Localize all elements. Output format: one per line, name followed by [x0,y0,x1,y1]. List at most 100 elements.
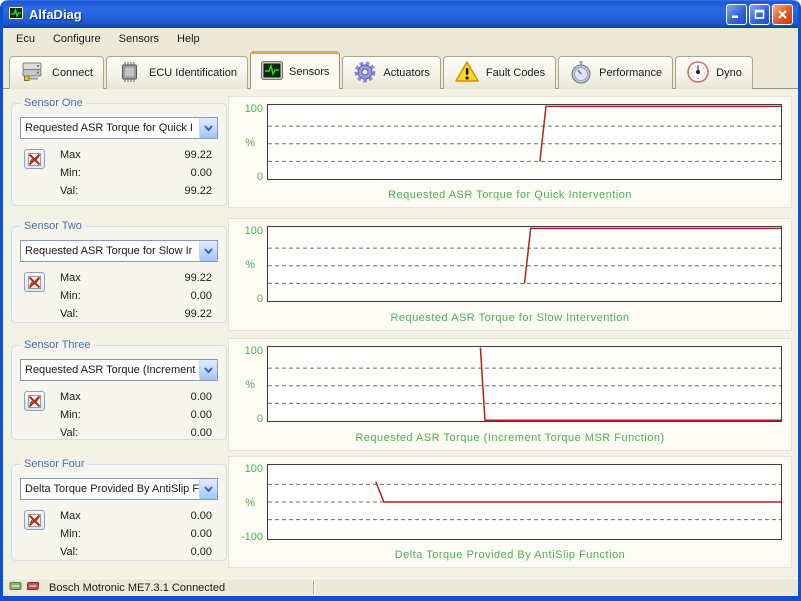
stat-value: 99.22 [184,272,212,284]
sensor-three-select[interactable]: Requested ASR Torque (Increment [20,359,218,381]
menu-ecu[interactable]: Ecu [7,31,44,47]
minimize-icon [732,15,738,18]
close-icon [778,9,787,19]
y-axis-label: % [245,497,255,509]
chart-title: Requested ASR Torque for Slow Interventi… [390,312,630,324]
chart-panel-sensor-two: 100 % 0 Requested ASR Torque for Slow In… [228,218,792,331]
chart-title: Delta Torque Provided By AntiSlip Functi… [394,549,626,561]
stat-row: Min: 0.00 [60,164,212,182]
tab-dyno[interactable]: Dyno [675,56,753,89]
tab-fault-codes[interactable]: Fault Codes [442,56,557,89]
tab-label: ECU Identification [148,67,238,79]
y-axis-tick: 0 [256,293,263,305]
stat-row: Min: 0.00 [60,287,212,305]
chevron-down-icon[interactable] [199,118,217,138]
stat-row: Min: 0.00 [60,525,212,543]
chip-icon [117,61,143,86]
chart-panel-sensor-four: 100 % -100 Delta Torque Provided By Anti… [228,456,792,568]
y-axis-tick: 100 [244,345,263,357]
chart-panel-sensor-three: 100 % 0 Requested ASR Torque (Increment … [228,338,792,451]
y-axis-label: % [245,379,255,391]
y-axis-tick: 0 [256,413,263,425]
status-bar-divider [313,581,315,594]
selected-sensor-label: Requested ASR Torque for Quick I [25,122,193,134]
sensor-stats: Max 99.22 Min: 0.00 Val: 99.22 [60,269,212,323]
red-module-icon [26,580,41,595]
tab-performance[interactable]: Performance [558,56,674,89]
stat-value: 0.00 [190,546,212,558]
status-bar: Bosch Motronic ME7.3.1 Connected [3,578,798,596]
group-caption: Sensor Two [21,220,85,232]
menu-configure[interactable]: Configure [44,31,110,47]
tab-actuators[interactable]: Actuators [342,56,441,89]
sensor-two-group: Sensor Two Requested ASR Torque for Slow… [11,220,227,323]
group-caption: Sensor Three [21,339,94,351]
y-axis-tick: -100 [240,531,263,543]
stat-value: 0.00 [190,528,212,540]
stopwatch-icon [569,60,593,87]
tab-ecu-identification[interactable]: ECU Identification [105,56,249,89]
maximize-button[interactable] [749,3,770,25]
chart-with-red-x-icon [28,394,41,408]
maximize-icon [754,9,765,19]
close-button[interactable] [772,3,793,25]
stat-row: Max 0.00 [60,507,212,525]
chart-disable-button[interactable] [24,272,45,292]
sensor-four-select[interactable]: Delta Torque Provided By AntiSlip F [20,478,218,500]
selected-sensor-label: Requested ASR Torque (Increment [25,364,196,376]
warning-triangle-icon [454,60,480,86]
chart-disable-button[interactable] [24,149,45,169]
stat-label: Min: [60,167,81,179]
toolbar: Connect ECU Identification Sensors Actua… [3,49,798,89]
stat-value: 0.00 [190,427,212,439]
stat-value: 0.00 [190,510,212,522]
chart-disable-button[interactable] [24,510,45,530]
stat-label: Max [60,510,81,522]
window-title: AlfaDiag [29,6,82,22]
stat-label: Min: [60,409,81,421]
chart-title: Requested ASR Torque for Quick Intervent… [388,189,632,201]
dyno-dial-icon [686,60,710,87]
y-axis-label: % [245,259,255,271]
green-module-icon [9,580,23,595]
stat-label: Val: [60,546,79,558]
stat-label: Val: [60,427,79,439]
menu-help[interactable]: Help [168,31,209,47]
title-bar[interactable]: AlfaDiag [3,0,798,28]
minimize-button[interactable] [726,3,747,25]
chart-disable-button[interactable] [24,391,45,411]
sensor-one-select[interactable]: Requested ASR Torque for Quick I [20,117,218,139]
line-chart [267,226,782,302]
stat-row: Val: 99.22 [60,305,212,323]
stat-value: 0.00 [190,391,212,403]
stat-row: Val: 0.00 [60,424,212,442]
tab-label: Performance [599,67,663,79]
menu-sensors[interactable]: Sensors [110,31,168,47]
tab-connect[interactable]: Connect [9,56,104,89]
oscilloscope-icon [261,60,284,83]
stat-label: Val: [60,185,79,197]
stat-value: 99.22 [184,308,212,320]
menu-bar: Ecu Configure Sensors Help [3,28,798,49]
stat-row: Max 99.22 [60,146,212,164]
sensor-stats: Max 99.22 Min: 0.00 Val: 99.22 [60,146,212,200]
chevron-down-icon[interactable] [199,479,217,499]
y-axis-tick: 0 [256,171,263,183]
selected-sensor-label: Delta Torque Provided By AntiSlip F [25,483,199,495]
tab-label: Actuators [383,67,430,79]
connection-status-text: Bosch Motronic ME7.3.1 Connected [49,581,226,594]
tab-sensors[interactable]: Sensors [250,51,341,89]
stat-label: Max [60,391,81,403]
stat-label: Max [60,272,81,284]
line-chart [267,346,782,422]
y-axis-tick: 100 [244,225,263,237]
chevron-down-icon[interactable] [199,241,217,261]
sensor-three-group: Sensor Three Requested ASR Torque (Incre… [11,339,227,442]
stat-value: 99.22 [184,185,212,197]
chart-with-red-x-icon [28,513,41,527]
stat-label: Min: [60,290,81,302]
stat-row: Min: 0.00 [60,406,212,424]
sensor-two-select[interactable]: Requested ASR Torque for Slow Ir [20,240,218,262]
chevron-down-icon[interactable] [199,360,217,380]
y-axis-label: % [245,137,255,149]
